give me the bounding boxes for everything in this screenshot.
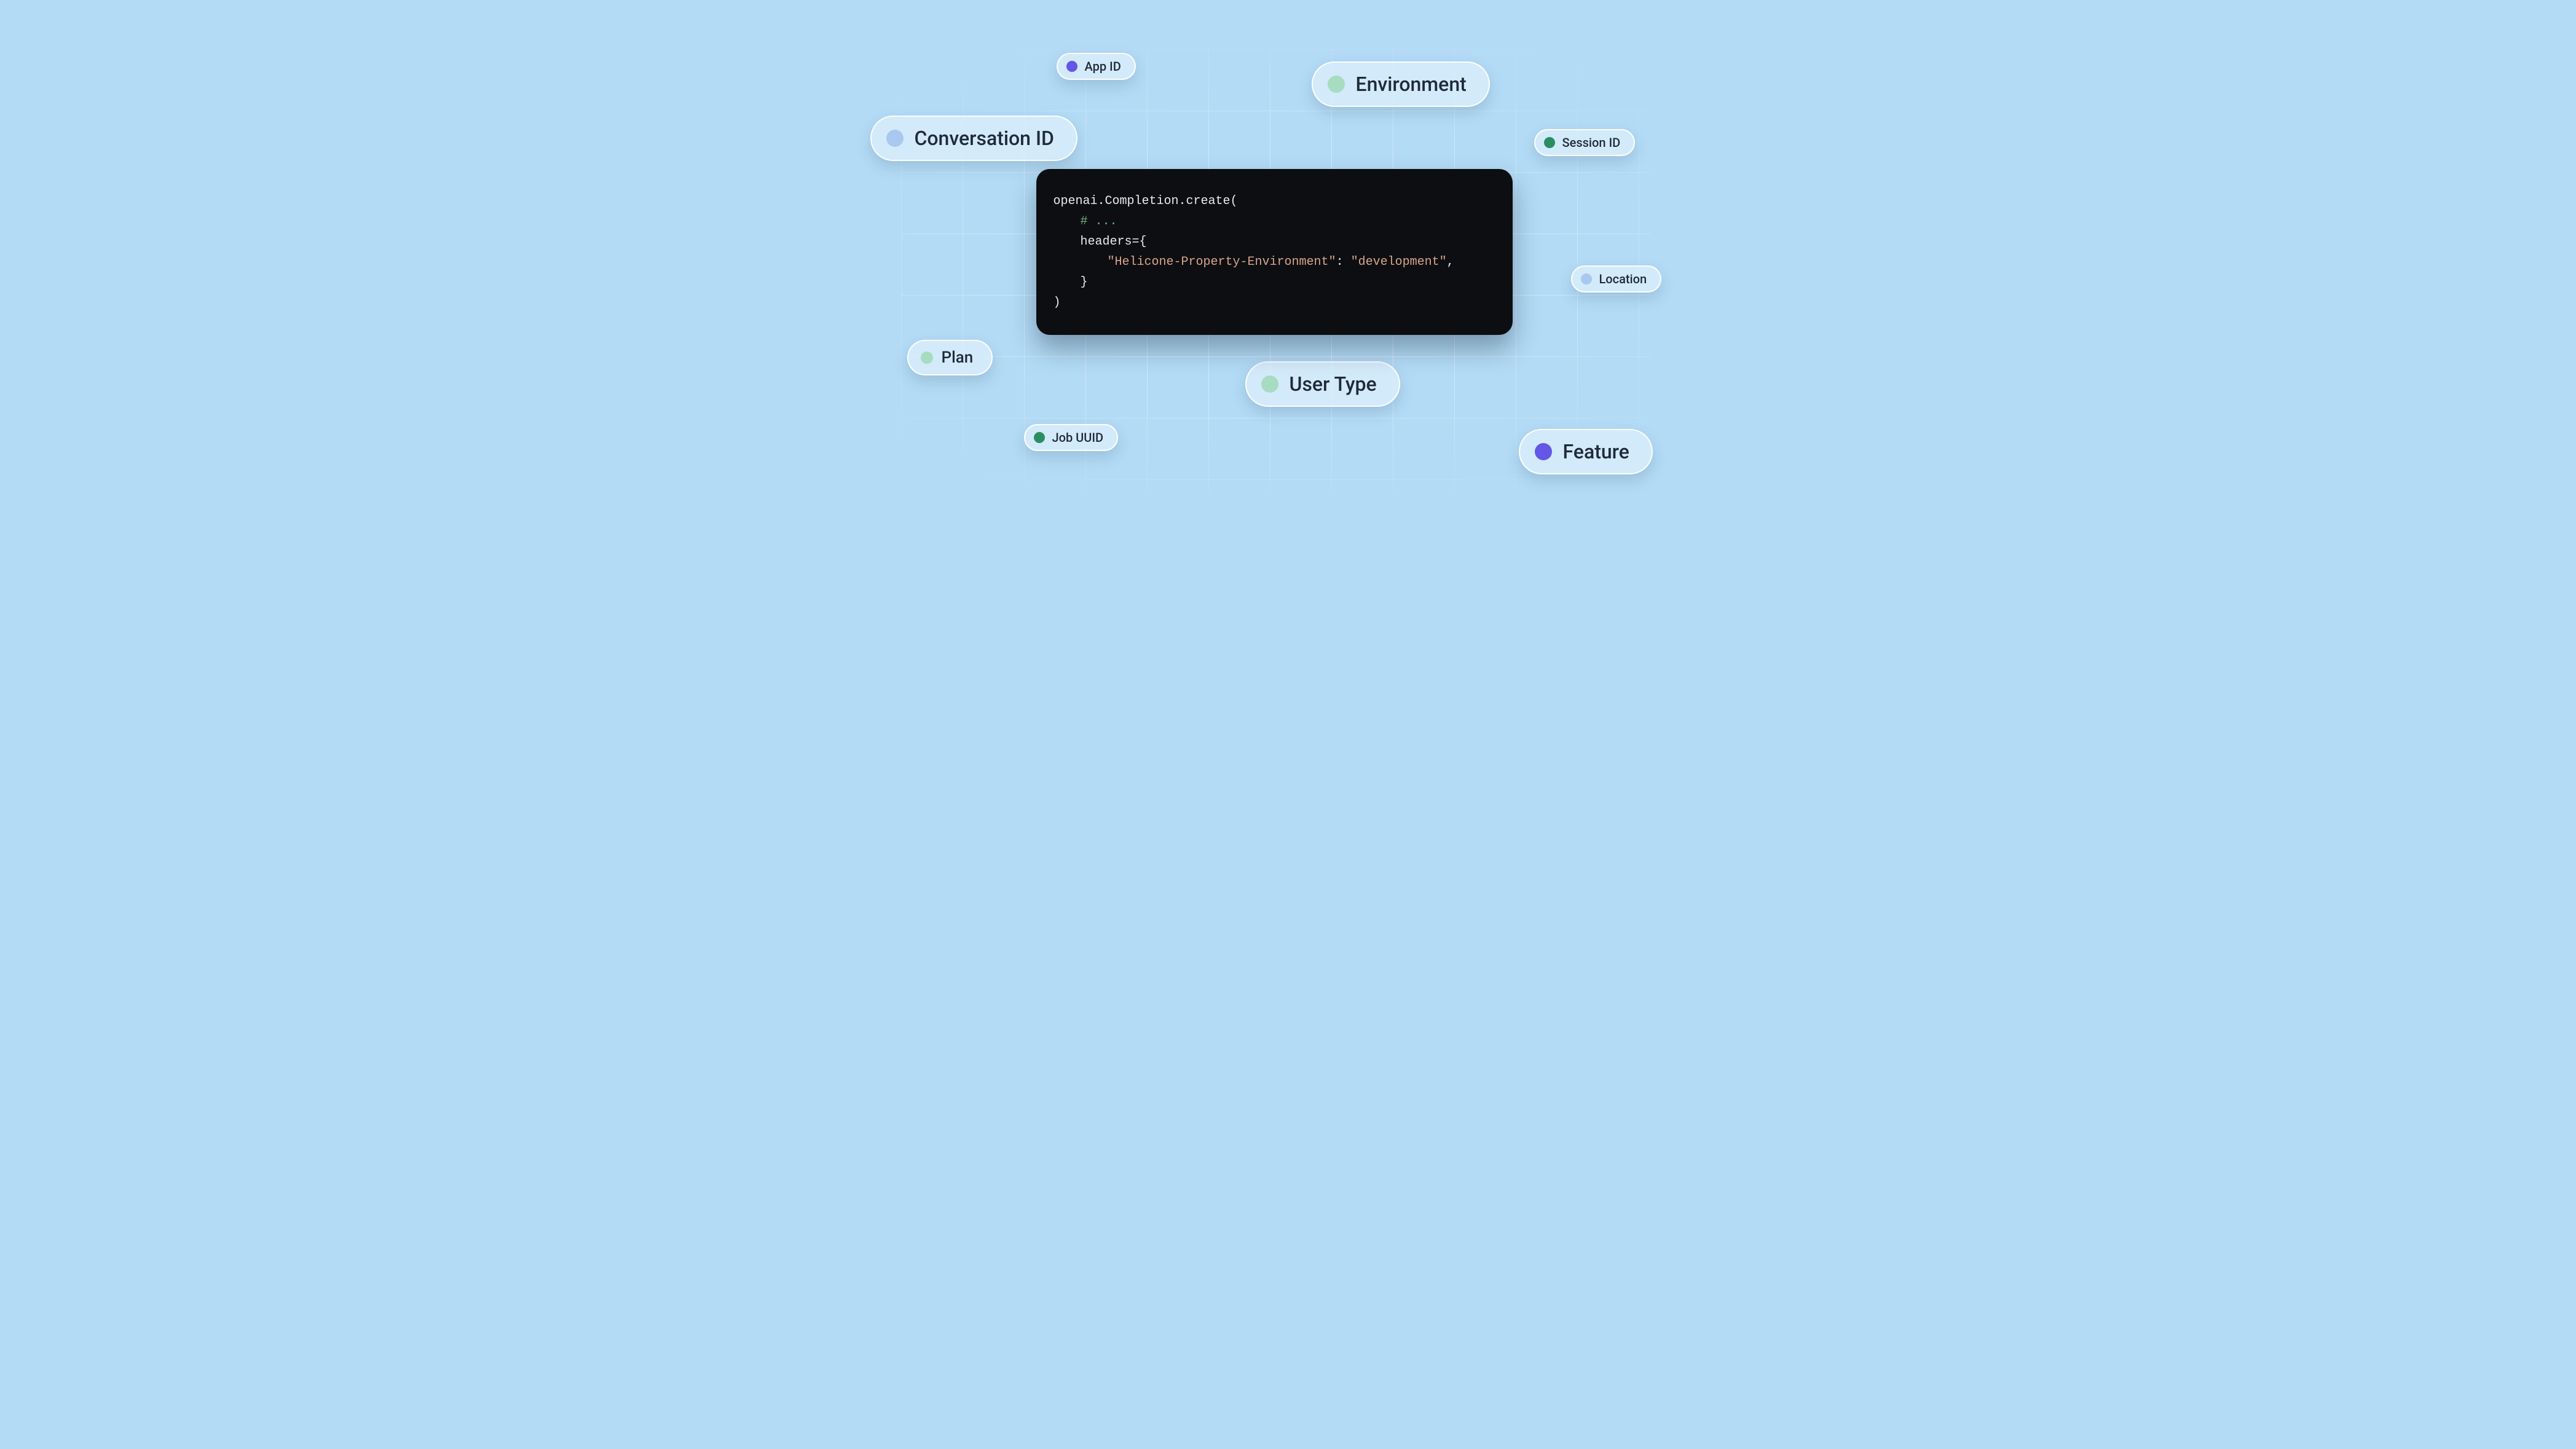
pill-session-id: Session ID bbox=[1534, 129, 1636, 156]
pill-label: App ID bbox=[1085, 59, 1121, 74]
dot-icon bbox=[1261, 375, 1278, 393]
dot-icon bbox=[886, 130, 904, 147]
pill-environment: Environment bbox=[1312, 61, 1490, 107]
pill-label: Environment bbox=[1356, 73, 1467, 96]
code-line: openai.Completion.create( bbox=[1054, 191, 1495, 211]
dot-icon bbox=[1544, 137, 1555, 148]
pill-location: Location bbox=[1571, 265, 1662, 293]
code-line: # ... bbox=[1054, 211, 1495, 232]
dot-icon bbox=[1034, 432, 1045, 443]
code-line: ) bbox=[1054, 293, 1495, 313]
pill-job-uuid: Job UUID bbox=[1024, 424, 1119, 451]
pill-label: Feature bbox=[1563, 440, 1629, 463]
pill-app-id: App ID bbox=[1057, 53, 1136, 80]
dot-icon bbox=[1535, 443, 1552, 460]
pill-label: Location bbox=[1599, 272, 1647, 286]
code-snippet: openai.Completion.create( # ... headers=… bbox=[1036, 169, 1513, 335]
dot-icon bbox=[921, 351, 933, 364]
pill-plan: Plan bbox=[907, 340, 993, 375]
pill-user-type: User Type bbox=[1245, 361, 1400, 407]
dot-icon bbox=[1328, 76, 1345, 93]
code-line: } bbox=[1054, 272, 1495, 293]
code-line: "Helicone-Property-Environment": "develo… bbox=[1054, 252, 1495, 272]
diagram-stage: App ID Environment Conversation ID Sessi… bbox=[827, 0, 1749, 519]
pill-label: Conversation ID bbox=[915, 127, 1054, 150]
dot-icon bbox=[1066, 61, 1077, 72]
pill-conversation-id: Conversation ID bbox=[870, 116, 1077, 161]
pill-label: Job UUID bbox=[1052, 430, 1104, 445]
dot-icon bbox=[1581, 273, 1592, 285]
pill-label: User Type bbox=[1290, 372, 1377, 396]
pill-label: Session ID bbox=[1562, 135, 1621, 150]
pill-label: Plan bbox=[942, 348, 974, 367]
pill-feature: Feature bbox=[1519, 429, 1653, 474]
code-line: headers={ bbox=[1054, 232, 1495, 252]
